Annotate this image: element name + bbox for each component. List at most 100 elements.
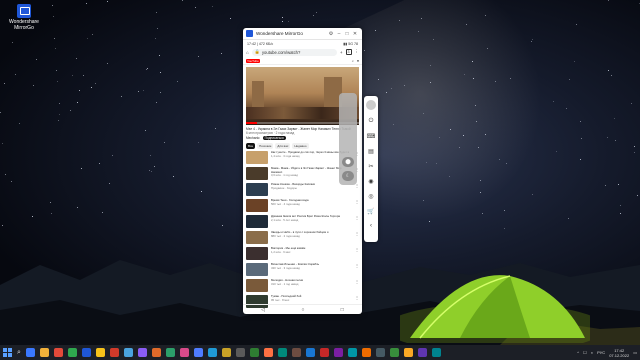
taskbar-app-icon[interactable] xyxy=(207,348,217,357)
menu-icon[interactable]: ⋮ xyxy=(355,49,360,55)
taskbar-app-icon[interactable] xyxy=(417,348,427,357)
taskbar-app-icon[interactable] xyxy=(263,348,273,357)
taskbar-app-icon[interactable] xyxy=(333,348,343,357)
taskbar-app-icon[interactable] xyxy=(249,348,259,357)
record-icon[interactable]: ◉ xyxy=(368,178,373,185)
network-icon[interactable]: ☐ xyxy=(583,350,587,355)
home-icon[interactable]: ⌂ xyxy=(246,50,249,55)
video-thumbnail[interactable] xyxy=(246,279,268,292)
tray-chevron-icon[interactable]: ^ xyxy=(577,350,579,355)
taskbar-app-icon[interactable] xyxy=(109,348,119,357)
tab-count[interactable]: 3 xyxy=(345,49,352,55)
list-item[interactable]: Роман Кошкин - Бахорды Капсаки Продакшн ·… xyxy=(246,182,359,198)
channel-name[interactable]: Mechanic xyxy=(246,136,260,140)
star xyxy=(56,70,58,72)
scissors-icon[interactable]: ✂ xyxy=(368,163,373,170)
cart-icon[interactable]: 🛒 xyxy=(367,208,374,215)
more-options-icon[interactable]: ⋮ xyxy=(355,231,359,236)
taskbar-app-icon[interactable] xyxy=(305,348,315,357)
taskbar-app-icon[interactable] xyxy=(389,348,399,357)
more-options-icon[interactable]: ⋮ xyxy=(355,199,359,204)
taskbar-app-icon[interactable] xyxy=(193,348,203,357)
record-button-icon[interactable]: ⬤ xyxy=(342,157,354,167)
new-tab-icon[interactable]: + xyxy=(340,50,343,55)
list-item-meta: Продакшн · Ходоры xyxy=(271,185,297,190)
taskbar-app-icon[interactable] xyxy=(347,348,357,357)
taskbar-app-icon[interactable] xyxy=(319,348,329,357)
taskbar-app-icon[interactable] xyxy=(277,348,287,357)
file-icon[interactable]: ▤ xyxy=(368,148,374,155)
video-thumbnail[interactable] xyxy=(246,199,268,212)
star xyxy=(568,79,570,81)
search-taskbar-icon[interactable]: ⌕ xyxy=(17,349,21,357)
back-icon[interactable]: ◁ xyxy=(261,307,265,313)
volume-icon[interactable]: ◖ xyxy=(591,350,593,355)
chip-recent[interactable]: Недавно xyxy=(292,143,309,149)
list-item[interactable]: Мелодия - Ночная песня 310 тыс · 1 год на… xyxy=(246,278,359,294)
more-options-icon[interactable]: ⋮ xyxy=(355,263,359,268)
power-icon[interactable]: ⏻ xyxy=(369,118,374,125)
clock[interactable]: 17:42 07.12.2022 xyxy=(609,348,629,358)
taskbar-app-icon[interactable] xyxy=(375,348,385,357)
taskbar-app-icon[interactable] xyxy=(165,348,175,357)
more-options-icon[interactable]: ⋮ xyxy=(355,247,359,252)
video-thumbnail[interactable] xyxy=(246,151,268,164)
video-thumbnail[interactable] xyxy=(246,231,268,244)
video-thumbnail[interactable] xyxy=(246,247,268,260)
chip-for-you[interactable]: Для вас xyxy=(275,143,291,149)
notifications-icon[interactable]: ▭ xyxy=(633,350,637,355)
taskbar-app-icon[interactable] xyxy=(53,348,63,357)
taskbar-app-icon[interactable] xyxy=(361,348,371,357)
star xyxy=(429,64,431,66)
list-item[interactable]: Время Тени - Холодная вода 560 тыс · 4 го… xyxy=(246,198,359,214)
more-options-icon[interactable]: ⋮ xyxy=(355,215,359,220)
taskbar-app-icon[interactable] xyxy=(221,348,231,357)
taskbar-app-icon[interactable] xyxy=(431,348,441,357)
taskbar-app-icon[interactable] xyxy=(235,348,245,357)
taskbar-app-icon[interactable] xyxy=(39,348,49,357)
taskbar-app-icon[interactable] xyxy=(137,348,147,357)
taskbar-app-icon[interactable] xyxy=(81,348,91,357)
keyboard-icon[interactable]: ⌨ xyxy=(367,133,376,140)
list-item[interactable]: Виктория - Мы ещё живём 1,2 млн · 6 мес ⋮ xyxy=(246,246,359,262)
search-icon[interactable]: ⌕ xyxy=(352,59,354,63)
moon-icon[interactable]: ☾ xyxy=(342,171,354,181)
home-nav-icon[interactable]: ○ xyxy=(301,307,304,313)
taskbar-app-icon[interactable] xyxy=(95,348,105,357)
taskbar-app-icon[interactable] xyxy=(123,348,133,357)
start-icon[interactable] xyxy=(3,348,12,357)
taskbar-app-icon[interactable] xyxy=(25,348,35,357)
subscribe-button[interactable]: Подписаться xyxy=(262,136,286,140)
window-titlebar[interactable]: Wondershare MirrorGo ⚙ – □ ✕ xyxy=(243,28,362,40)
account-icon[interactable]: ● xyxy=(357,59,359,63)
list-item[interactable]: Дрянная Земля вот Россия Брат Рома Жолы … xyxy=(246,214,359,230)
chip-related[interactable]: Похожие xyxy=(257,143,274,149)
language-indicator[interactable]: РУС xyxy=(597,350,605,355)
more-options-icon[interactable]: ⋮ xyxy=(355,295,359,300)
taskbar-app-icon[interactable] xyxy=(403,348,413,357)
minimize-button[interactable]: – xyxy=(335,31,343,37)
maximize-button[interactable]: □ xyxy=(343,31,351,37)
video-thumbnail[interactable] xyxy=(246,215,268,228)
avatar[interactable] xyxy=(366,100,376,110)
youtube-logo[interactable]: YouTube xyxy=(246,58,260,63)
list-item[interactable]: Звезды и Небо - в пути с хорошим бойцом … xyxy=(246,230,359,246)
settings-gear-icon[interactable]: ◎ xyxy=(368,193,373,200)
taskbar-app-icon[interactable] xyxy=(67,348,77,357)
more-options-icon[interactable]: ⋮ xyxy=(355,279,359,284)
taskbar-app-icon[interactable] xyxy=(291,348,301,357)
close-button[interactable]: ✕ xyxy=(351,31,359,37)
list-item[interactable]: Вячеслав Ильенко - Кимлих Корабль 430 тыс… xyxy=(246,262,359,278)
chip-all[interactable]: Все xyxy=(246,143,256,149)
video-thumbnail[interactable] xyxy=(246,167,268,180)
taskbar-app-icon[interactable] xyxy=(179,348,189,357)
video-thumbnail[interactable] xyxy=(246,183,268,196)
recents-icon[interactable]: □ xyxy=(341,307,344,313)
url-field[interactable]: 🔒 youtube.com/watch? xyxy=(251,48,337,56)
desktop-icon-mirrorgo[interactable]: Wondershare MirrorGo xyxy=(4,4,44,31)
collapse-chevron-icon[interactable]: ‹ xyxy=(370,223,372,229)
star xyxy=(316,11,318,13)
taskbar-app-icon[interactable] xyxy=(151,348,161,357)
settings-icon[interactable]: ⚙ xyxy=(327,31,335,37)
video-thumbnail[interactable] xyxy=(246,263,268,276)
